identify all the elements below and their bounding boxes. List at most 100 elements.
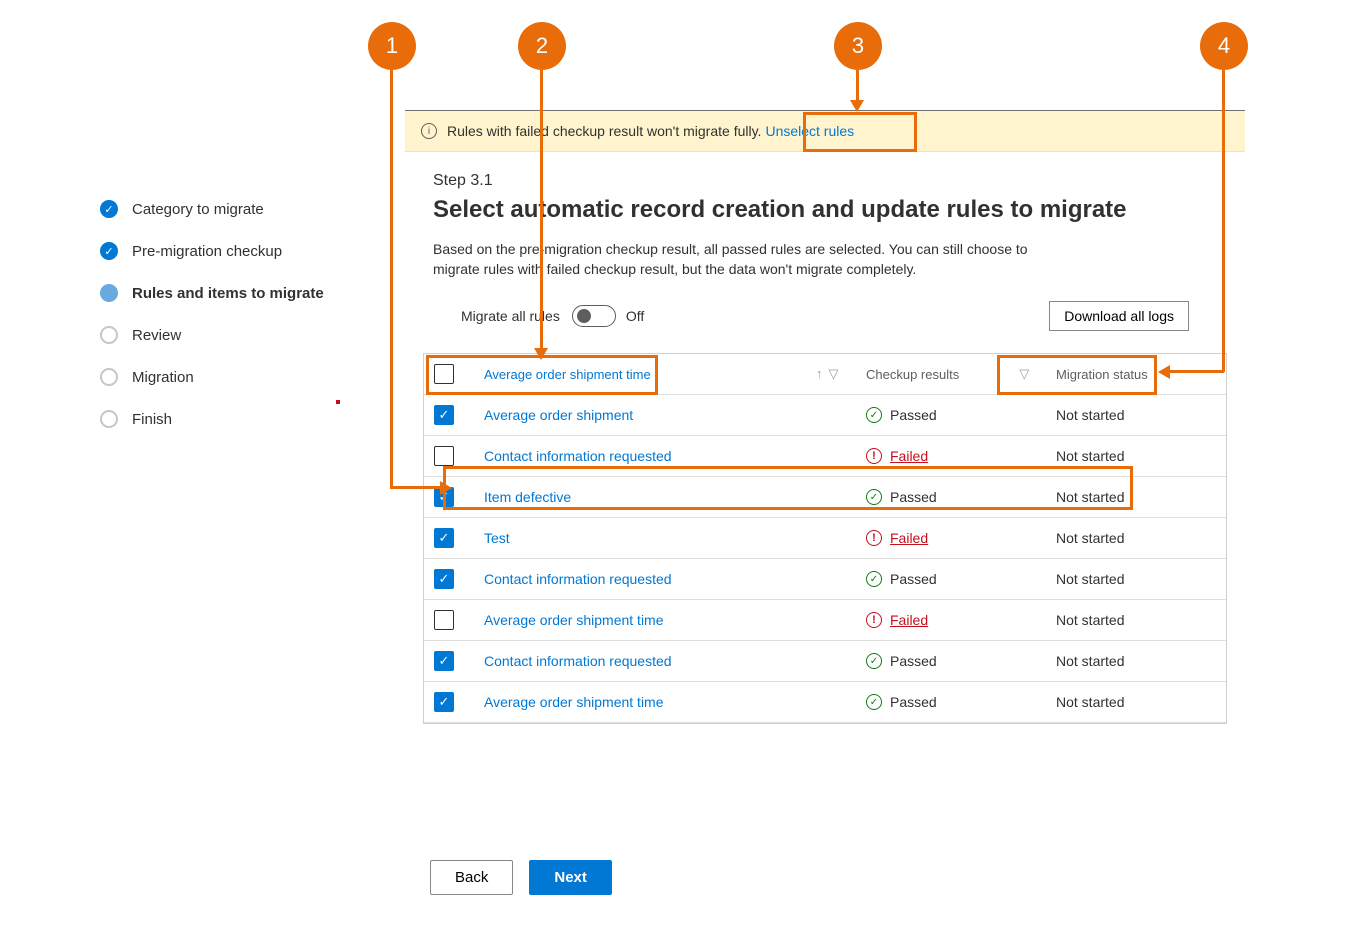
rule-name-link[interactable]: Item defective [484,489,816,505]
column-results[interactable]: Checkup results [866,367,959,382]
callout-arrow [1222,70,1225,372]
unselect-rules-link[interactable]: Unselect rules [765,123,854,139]
passed-icon: ✓ [866,694,882,710]
row-checkbox[interactable] [434,446,454,466]
callout-marker-1: 1 [368,22,416,70]
migration-status: Not started [1056,653,1216,669]
step-category[interactable]: ✓ Category to migrate [100,200,350,218]
passed-icon: ✓ [866,653,882,669]
result-failed-link[interactable]: Failed [890,612,928,628]
arrow-down-icon [850,100,864,112]
rule-name-link[interactable]: Contact information requested [484,448,816,464]
checkup-result[interactable]: ! Failed [866,448,1056,464]
table-row[interactable]: ✓Average order shipment✓PassedNot starte… [424,395,1226,436]
migration-status: Not started [1056,530,1216,546]
row-checkbox[interactable]: ✓ [434,651,454,671]
result-text: Passed [890,571,937,587]
wizard-sidebar: ✓ Category to migrate ✓ Pre-migration ch… [100,200,350,452]
callout-marker-4: 4 [1200,22,1248,70]
failed-icon: ! [866,530,882,546]
table-row[interactable]: ✓ Contact information requested ✓PassedNot… [424,559,1226,600]
rule-name-link[interactable]: Test [484,530,816,546]
filter-icon[interactable]: ▽ [829,366,839,382]
toolbar: Migrate all rules Off Download all logs [433,301,1217,345]
toggle-label: Migrate all rules [461,308,560,324]
arrow-left-icon [1158,365,1170,379]
step-review[interactable]: Review [100,326,350,344]
failed-icon: ! [866,612,882,628]
table-row[interactable]: ✓ Average order shipment time ✓PassedNot s… [424,682,1226,723]
column-status[interactable]: Migration status [1056,367,1216,382]
rule-name-link[interactable]: Contact information requested [484,571,816,587]
failed-icon: ! [866,448,882,464]
checkup-result: ✓Passed [866,407,1056,423]
migration-status: Not started [1056,612,1216,628]
step-rules-items[interactable]: Rules and items to migrate [100,284,350,302]
pending-step-icon [100,326,118,344]
callout-marker-3: 3 [834,22,882,70]
migration-status: Not started [1056,571,1216,587]
page-title: Select automatic record creation and upd… [433,196,1217,224]
table-row[interactable]: ✓ Test! Failed Not started [424,518,1226,559]
rules-table: Average order shipment time ↑ ▽ Checkup … [423,353,1227,724]
step-label: Rules and items to migrate [132,285,324,302]
checkup-result: ✓Passed [866,653,1056,669]
decorative-dot [336,400,340,404]
next-button[interactable]: Next [529,860,612,895]
wizard-footer: Back Next [430,860,612,895]
rule-name-link[interactable]: Contact information requested [484,653,816,669]
table-row[interactable]: Average order shipment time! Failed Not st… [424,600,1226,641]
checkup-result[interactable]: ! Failed [866,612,1056,628]
result-failed-link[interactable]: Failed [890,530,928,546]
migration-status: Not started [1056,489,1216,505]
page-description: Based on the pre-migration checkup resul… [433,240,1033,279]
table-header: Average order shipment time ↑ ▽ Checkup … [424,354,1226,395]
info-icon: i [421,123,437,139]
result-text: Passed [890,489,937,505]
result-text: Passed [890,407,937,423]
table-row[interactable]: ✓ Item defective ✓ PassedNot started [424,477,1226,518]
migrate-all-toggle[interactable] [572,305,616,327]
checkup-result: ✓Passed [866,571,1056,587]
current-step-icon [100,284,118,302]
column-name[interactable]: Average order shipment time [484,367,816,382]
row-checkbox[interactable]: ✓ [434,405,454,425]
migrate-all-toggle-group: Migrate all rules Off [461,305,644,327]
rule-name-link[interactable]: Average order shipment time [484,612,816,628]
row-checkbox[interactable] [434,610,454,630]
table-row[interactable]: Contact information requested! Failed Not … [424,436,1226,477]
arrow-right-icon [440,481,452,495]
callout-marker-2: 2 [518,22,566,70]
row-checkbox[interactable]: ✓ [434,528,454,548]
rule-name-link[interactable]: Average order shipment [484,407,816,423]
download-logs-button[interactable]: Download all logs [1049,301,1189,331]
toggle-knob-icon [577,309,591,323]
step-header: Step 3.1 Select automatic record creatio… [405,152,1245,353]
filter-icon[interactable]: ▽ [1019,366,1029,382]
pending-step-icon [100,368,118,386]
row-checkbox[interactable]: ✓ [434,692,454,712]
rule-name-link[interactable]: Average order shipment time [484,694,816,710]
step-label: Category to migrate [132,201,264,218]
callout-arrow [390,486,440,489]
step-finish[interactable]: Finish [100,410,350,428]
checkup-result: ✓ Passed [866,489,1056,505]
step-pre-migration[interactable]: ✓ Pre-migration checkup [100,242,350,260]
step-migration[interactable]: Migration [100,368,350,386]
back-button[interactable]: Back [430,860,513,895]
result-failed-link[interactable]: Failed [890,448,928,464]
callout-arrow [540,70,543,348]
select-all-checkbox[interactable] [434,364,454,384]
migration-status: Not started [1056,694,1216,710]
migration-status: Not started [1056,448,1216,464]
callout-arrow [390,70,393,488]
table-row[interactable]: ✓ Contact information requested ✓PassedNot… [424,641,1226,682]
checkup-result[interactable]: ! Failed [866,530,1056,546]
main-panel: i Rules with failed checkup result won't… [405,110,1245,724]
step-number: Step 3.1 [433,172,1217,190]
row-checkbox[interactable]: ✓ [434,569,454,589]
sort-filter-icons[interactable]: ↑ ▽ [816,366,866,382]
step-label: Review [132,327,181,344]
checkup-result: ✓Passed [866,694,1056,710]
passed-icon: ✓ [866,489,882,505]
